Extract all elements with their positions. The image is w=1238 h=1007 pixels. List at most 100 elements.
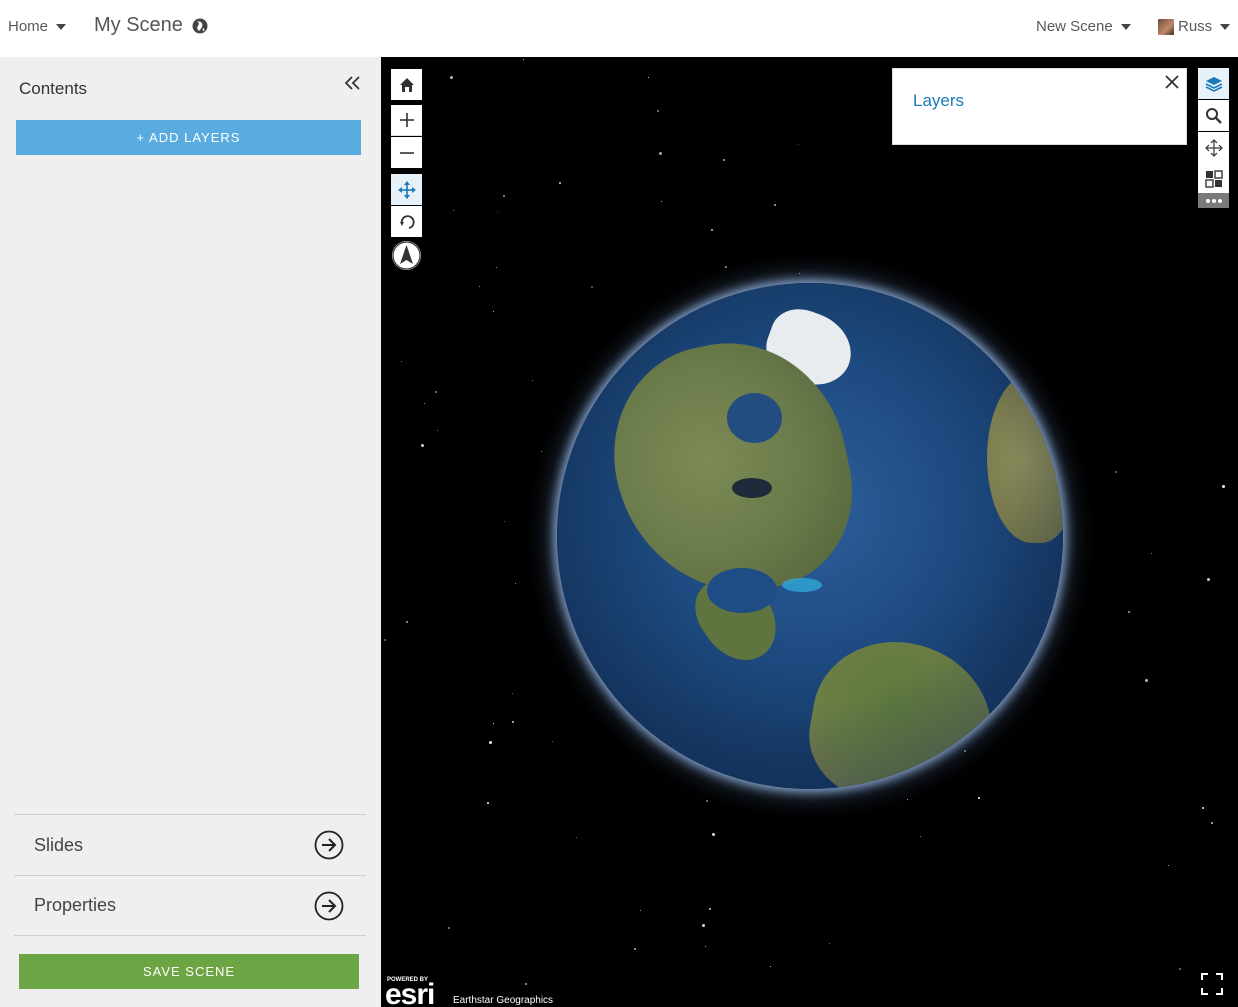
- pan-icon: [397, 180, 416, 199]
- star: [552, 741, 553, 742]
- layers-panel-title: Layers: [913, 91, 965, 110]
- move-icon: [1204, 138, 1223, 157]
- attribution-text: Earthstar Geographics: [450, 994, 557, 1007]
- star: [1145, 679, 1148, 682]
- star: [424, 403, 425, 404]
- star: [712, 833, 715, 836]
- esri-attribution: POWERED BY esri Earthstar Geographics: [385, 975, 557, 1007]
- star: [421, 444, 424, 447]
- save-scene-button[interactable]: SAVE SCENE: [19, 954, 359, 989]
- caret-down-icon: [1120, 23, 1131, 30]
- star: [479, 286, 480, 287]
- star: [503, 195, 505, 197]
- star: [493, 723, 494, 724]
- arrow-right-circle-icon[interactable]: [314, 891, 344, 921]
- star: [907, 799, 908, 800]
- star: [489, 741, 492, 744]
- arrow-right-circle-icon[interactable]: [314, 830, 344, 860]
- close-icon: [1165, 75, 1179, 89]
- zoom-in-icon: [399, 113, 414, 127]
- top-bar: Home My Scene New Scene Russ: [0, 0, 1238, 57]
- star: [657, 110, 659, 112]
- compass-button[interactable]: [392, 241, 421, 270]
- star: [1222, 485, 1225, 488]
- star: [705, 946, 706, 947]
- star: [1207, 578, 1210, 581]
- user-menu[interactable]: Russ: [1158, 18, 1231, 35]
- globe-icon: [192, 18, 208, 33]
- properties-row[interactable]: Properties: [14, 875, 366, 936]
- home-button[interactable]: [391, 69, 422, 100]
- star: [401, 361, 402, 362]
- star: [406, 621, 408, 623]
- search-icon: [1205, 107, 1222, 124]
- star: [723, 159, 725, 161]
- fullscreen-icon: [1201, 973, 1223, 995]
- slides-row[interactable]: Slides: [14, 814, 366, 875]
- scene-viewport[interactable]: Layers POWERED BY esri Earthstar Geograp…: [381, 57, 1238, 1007]
- search-button[interactable]: [1198, 100, 1229, 131]
- star: [437, 430, 438, 431]
- star: [659, 152, 662, 155]
- star: [523, 59, 524, 60]
- star: [1202, 807, 1204, 809]
- star: [512, 693, 513, 694]
- basemap-gallery-button[interactable]: [1198, 163, 1229, 194]
- home-menu-label: Home: [8, 18, 49, 35]
- star: [798, 144, 799, 145]
- properties-label: Properties: [34, 895, 117, 915]
- star: [497, 211, 498, 212]
- contents-title: Contents: [19, 79, 88, 98]
- rotate-mode-button[interactable]: [391, 206, 422, 237]
- star: [576, 837, 577, 838]
- star: [515, 583, 516, 584]
- navigation-mode-button[interactable]: [1198, 132, 1229, 163]
- star: [591, 286, 593, 288]
- star: [634, 948, 636, 950]
- globe-shading: [557, 283, 1063, 789]
- star: [512, 721, 514, 723]
- zoom-out-button[interactable]: [391, 137, 422, 168]
- compass-icon: [392, 241, 421, 270]
- star: [706, 800, 708, 802]
- star: [448, 927, 450, 929]
- star: [1179, 968, 1181, 970]
- star: [1128, 611, 1130, 613]
- grid-icon: [1204, 169, 1223, 188]
- star: [532, 380, 533, 381]
- star: [774, 204, 776, 206]
- esri-wordmark: esri: [385, 978, 435, 1007]
- zoom-out-icon: [399, 151, 414, 154]
- collapse-sidebar-button[interactable]: [343, 73, 363, 93]
- star: [541, 451, 542, 452]
- star: [640, 910, 641, 911]
- star: [384, 639, 386, 641]
- star: [504, 521, 505, 522]
- close-layers-button[interactable]: [1164, 74, 1180, 90]
- star: [709, 908, 711, 910]
- star: [1151, 553, 1152, 554]
- home-menu[interactable]: Home: [8, 18, 67, 35]
- zoom-in-button[interactable]: [391, 105, 422, 136]
- add-layers-button[interactable]: + ADD LAYERS: [16, 120, 361, 155]
- star: [487, 802, 489, 804]
- sidebar: Contents + ADD LAYERS Slides Properties …: [0, 57, 381, 1007]
- star: [1211, 822, 1213, 824]
- star: [453, 210, 454, 211]
- star: [559, 182, 561, 184]
- star: [648, 77, 649, 78]
- caret-down-icon: [1220, 23, 1231, 30]
- rotate-icon: [399, 214, 415, 229]
- new-scene-menu[interactable]: New Scene: [1036, 18, 1131, 35]
- star: [1168, 865, 1169, 866]
- pan-mode-button[interactable]: [391, 174, 422, 205]
- slides-label: Slides: [34, 834, 84, 855]
- new-scene-label: New Scene: [1036, 18, 1113, 35]
- globe[interactable]: [557, 283, 1063, 789]
- layers-toggle-button[interactable]: [1198, 68, 1229, 99]
- star: [829, 943, 830, 944]
- star: [799, 273, 800, 274]
- more-tools-button[interactable]: [1198, 193, 1229, 208]
- fullscreen-button[interactable]: [1201, 973, 1223, 995]
- double-chevron-left-icon: [344, 76, 360, 90]
